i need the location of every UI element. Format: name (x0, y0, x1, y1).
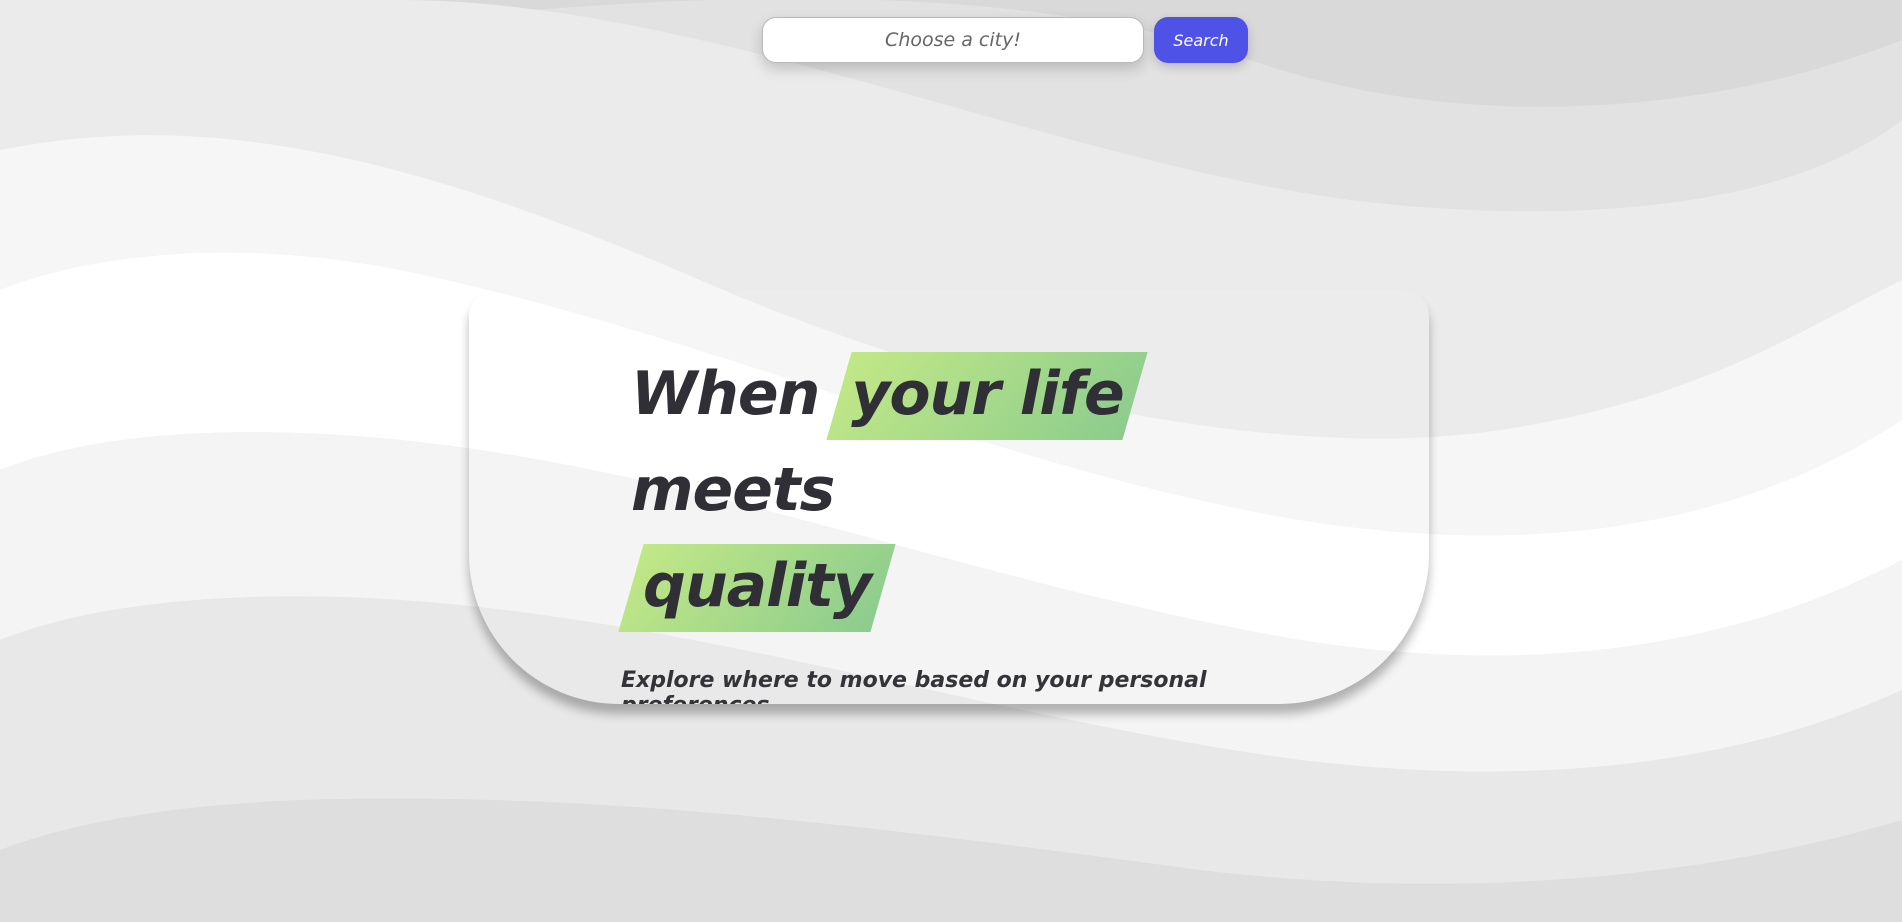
headline-word-when: When (631, 359, 820, 429)
page: Search When your life meets quality Expl… (0, 0, 1902, 922)
headline-highlight-your-life: your life (839, 346, 1135, 442)
search-button[interactable]: Search (1154, 17, 1248, 63)
hero-subtitle: Explore where to move based on your pers… (621, 668, 1207, 704)
headline-highlight-quality: quality (631, 538, 883, 634)
hero-headline: When your life meets quality (631, 346, 1331, 634)
search-bar: Search (762, 17, 1248, 63)
headline-word-meets: meets (631, 455, 835, 525)
city-search-input[interactable] (762, 17, 1144, 63)
hero-card: When your life meets quality Explore whe… (469, 290, 1429, 704)
hero-content: When your life meets quality Explore whe… (621, 346, 1331, 704)
